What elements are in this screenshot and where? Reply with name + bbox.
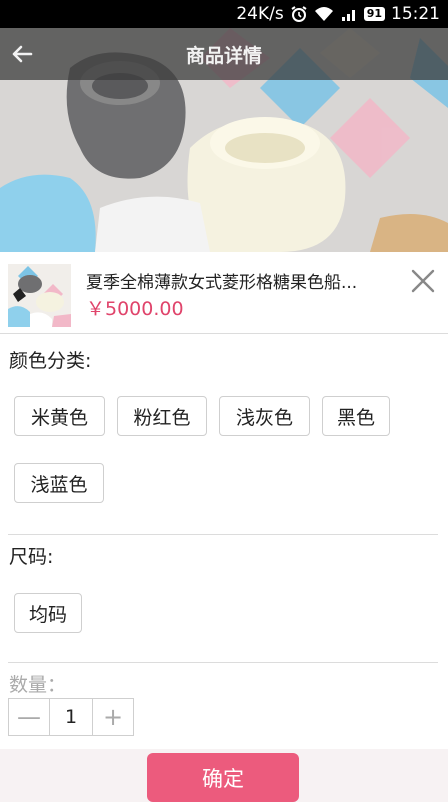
color-option-light-blue[interactable]: 浅蓝色 xyxy=(14,463,104,503)
confirm-button[interactable]: 确定 xyxy=(147,753,299,802)
status-bar: 24K/s 91 15:21 xyxy=(0,0,448,28)
color-option-beige[interactable]: 米黄色 xyxy=(14,396,105,436)
quantity-stepper: — 1 + xyxy=(8,698,134,736)
quantity-value[interactable]: 1 xyxy=(49,699,93,735)
product-price: ￥5000.00 xyxy=(86,298,184,320)
quantity-increase-button[interactable]: + xyxy=(93,699,133,735)
color-option-black[interactable]: 黑色 xyxy=(322,396,390,436)
product-header: 夏季全棉薄款女式菱形格糖果色船... ￥5000.00 xyxy=(0,252,448,334)
close-button[interactable] xyxy=(406,264,440,298)
sku-panel: 夏季全棉薄款女式菱形格糖果色船... ￥5000.00 颜色分类: 米黄色 粉红… xyxy=(0,252,448,802)
signal-icon xyxy=(340,6,358,22)
battery-icon: 91 xyxy=(363,7,385,21)
back-arrow-icon xyxy=(12,45,33,63)
network-speed: 24K/s xyxy=(236,4,284,24)
color-option-light-gray[interactable]: 浅灰色 xyxy=(219,396,310,436)
quantity-decrease-button[interactable]: — xyxy=(9,699,49,735)
product-name: 夏季全棉薄款女式菱形格糖果色船... xyxy=(86,273,358,293)
app-bar: 商品详情 xyxy=(0,28,448,80)
quantity-label: 数量： xyxy=(9,674,67,696)
wifi-icon xyxy=(314,6,334,22)
clock: 15:21 xyxy=(391,4,440,24)
divider xyxy=(8,662,438,663)
page-title: 商品详情 xyxy=(185,44,262,67)
size-section-label: 尺码: xyxy=(9,546,54,568)
back-button[interactable] xyxy=(6,38,38,70)
close-icon xyxy=(411,269,435,293)
footer-bar: 确定 xyxy=(0,749,448,802)
alarm-icon xyxy=(290,5,308,23)
color-section-label: 颜色分类: xyxy=(9,350,92,372)
color-option-pink[interactable]: 粉红色 xyxy=(117,396,207,436)
product-thumbnail xyxy=(8,264,71,327)
size-option-one-size[interactable]: 均码 xyxy=(14,593,82,633)
divider xyxy=(8,534,438,535)
